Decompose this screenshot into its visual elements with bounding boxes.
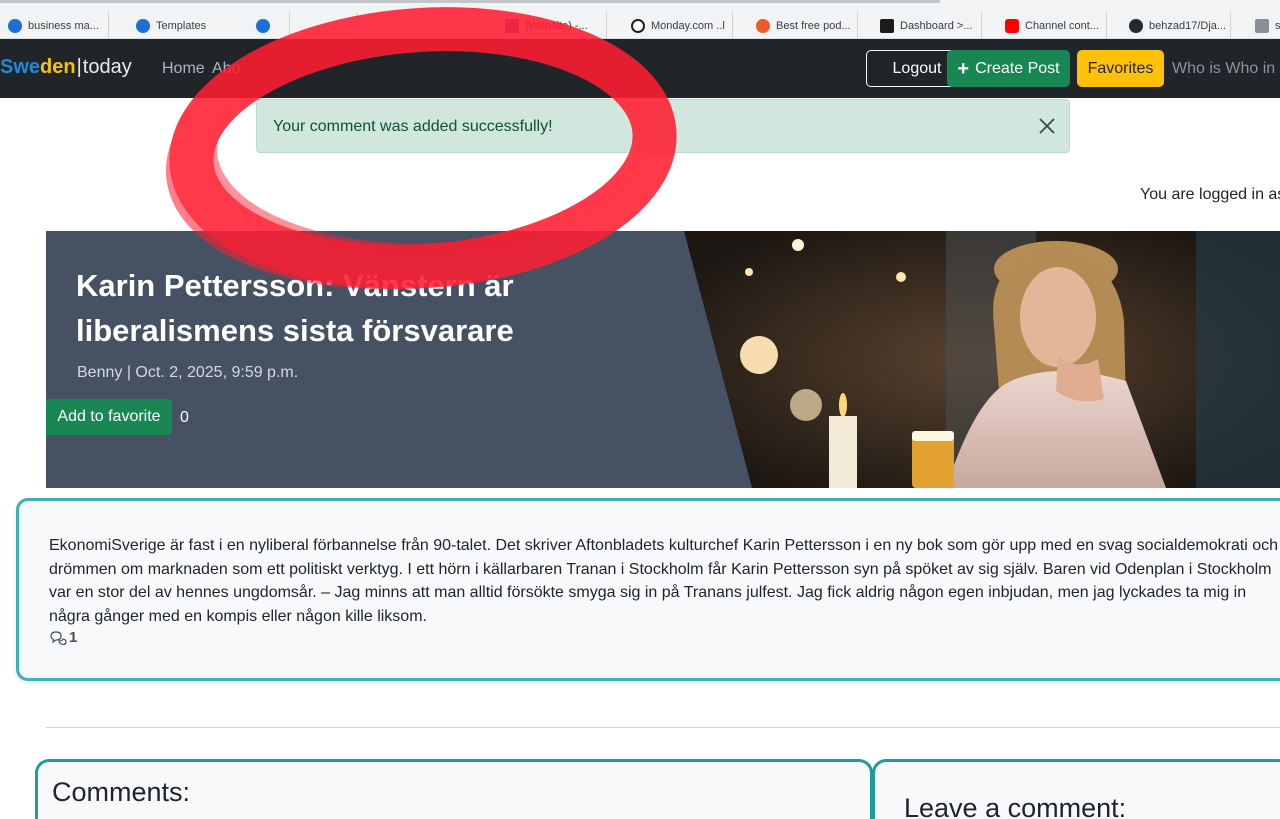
bookmark-label: Templates	[156, 19, 207, 32]
bookmark-6[interactable]: Best free pod...	[748, 12, 858, 39]
horizontal-scrollbar[interactable]	[0, 0, 940, 3]
logged-in-text: You are logged in as	[1140, 186, 1280, 203]
bookmark-3[interactable]	[248, 12, 358, 39]
github-icon	[1129, 18, 1143, 33]
openai-icon	[631, 18, 645, 33]
post-meta: Benny | Oct. 2, 2025, 9:59 p.m.	[77, 364, 299, 381]
bookmarks-bar: business ma... Templates (Website) -... …	[0, 0, 1280, 39]
bookmark-label: business ma...	[28, 19, 99, 32]
leave-comment-heading: Leave a comment:	[904, 793, 1127, 819]
wifi-icon	[880, 18, 894, 33]
bookmark-label: Channel cont...	[1025, 19, 1099, 32]
edge-icon	[256, 18, 270, 33]
nav-who-is-who-link[interactable]: Who is Who in S	[1172, 60, 1280, 78]
close-icon[interactable]	[1038, 117, 1056, 135]
podcast-icon	[756, 18, 770, 33]
bookmark-5[interactable]: Monday.com ..l	[623, 12, 733, 39]
brand-part-2: den	[40, 56, 76, 78]
post-content-card: EkonomiSverige är fast i en nyliberal fö…	[16, 498, 1280, 681]
leave-comment-card: Leave a comment:	[872, 759, 1280, 819]
success-alert: Your comment was added successfully!	[256, 99, 1070, 153]
bookmark-label: (Website) -...	[525, 19, 588, 32]
post-title: Karin Pettersson: Vänstern är liberalism…	[76, 268, 514, 348]
post-content: EkonomiSverige är fast i en nyliberal fö…	[49, 537, 1279, 625]
edge-icon	[8, 18, 22, 33]
edge-icon	[136, 18, 150, 33]
create-post-button[interactable]: + Create Post	[947, 50, 1070, 87]
navbar: Sweden|today Home Abo Logout + Create Po…	[0, 39, 1280, 98]
brand-part-3: today	[82, 56, 132, 78]
divider	[46, 727, 1280, 728]
bookmark-8[interactable]: Channel cont...	[997, 12, 1107, 39]
comment-count: 1	[49, 629, 77, 646]
add-to-favorite-label: Add to favorite	[57, 408, 161, 425]
comment-count-value: 1	[69, 629, 78, 646]
logout-label: Logout	[892, 59, 942, 77]
create-post-label: Create Post	[975, 59, 1060, 77]
comments-card: Comments:	[35, 759, 873, 819]
h-icon	[1255, 18, 1269, 33]
post-hero: Karin Pettersson: Vänstern är liberalism…	[46, 231, 1280, 488]
plus-icon: +	[957, 57, 970, 80]
bookmark-label: Dashboard >...	[900, 19, 973, 32]
brand-logo[interactable]: Sweden|today	[0, 56, 132, 79]
favorites-label: Favorites	[1087, 59, 1154, 77]
alert-message: Your comment was added successfully!	[273, 118, 553, 135]
bookmark-label: behzad17/Dja...	[1149, 19, 1227, 32]
bookmark-label: Best free pod...	[776, 19, 851, 32]
bookmark-label: s	[1275, 19, 1280, 32]
brand-separator: |	[76, 56, 82, 78]
bookmark-1[interactable]: business ma...	[0, 12, 109, 39]
nav-about-link[interactable]: Abo	[212, 60, 240, 78]
youtube-icon	[1005, 18, 1019, 33]
bookmark-label: Monday.com ..l	[651, 19, 725, 32]
site-icon	[505, 18, 519, 33]
favorites-button[interactable]: Favorites	[1077, 50, 1164, 87]
bookmark-7[interactable]: Dashboard >...	[872, 12, 982, 39]
bookmark-4[interactable]: (Website) -...	[497, 12, 607, 39]
bookmark-9[interactable]: behzad17/Dja...	[1121, 12, 1231, 39]
comments-heading: Comments:	[52, 777, 191, 807]
add-to-favorite-button[interactable]: Add to favorite	[46, 399, 172, 435]
comments-icon	[50, 631, 67, 645]
favorite-count: 0	[180, 409, 189, 426]
nav-home-link[interactable]: Home	[162, 60, 205, 78]
bookmark-10[interactable]: s	[1247, 12, 1280, 39]
brand-part-1: Swe	[0, 56, 41, 78]
